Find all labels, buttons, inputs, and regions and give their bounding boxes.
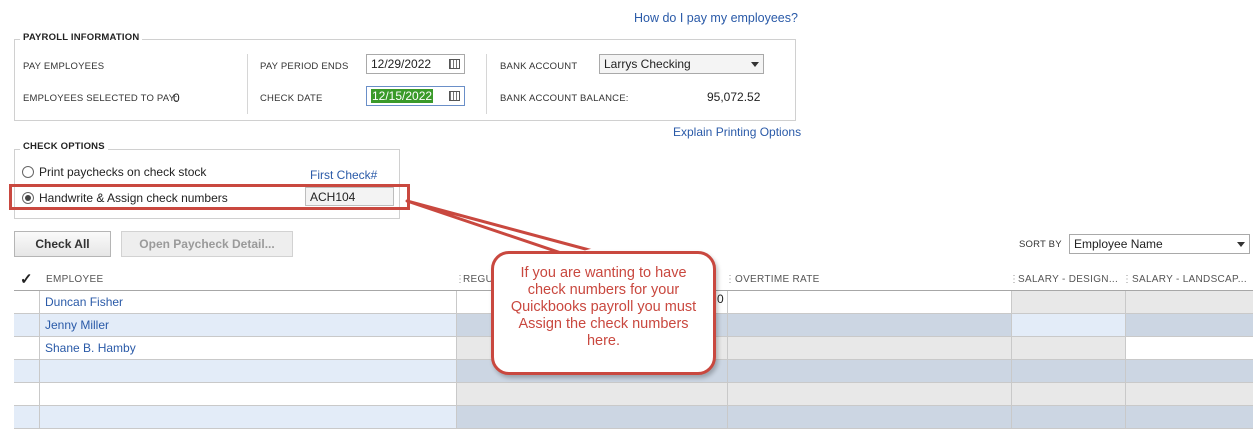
employees-selected-count: 0 bbox=[173, 91, 180, 105]
calendar-icon[interactable] bbox=[449, 59, 460, 69]
column-resize-handle[interactable]: ⋮ bbox=[725, 274, 735, 285]
table-cell[interactable] bbox=[1125, 291, 1253, 313]
table-cell[interactable] bbox=[1011, 291, 1125, 313]
check-date-field[interactable]: 12/15/2022 bbox=[366, 86, 465, 106]
column-header-regular[interactable]: REGU bbox=[463, 274, 493, 285]
print-paychecks-label: Print paychecks on check stock bbox=[39, 165, 207, 179]
first-check-label: First Check# bbox=[310, 168, 378, 182]
table-cell[interactable] bbox=[456, 406, 727, 428]
table-cell[interactable] bbox=[1011, 383, 1125, 405]
print-paychecks-option[interactable]: Print paychecks on check stock bbox=[22, 165, 206, 179]
employees-selected-label: EMPLOYEES SELECTED TO PAY: bbox=[23, 93, 178, 104]
chevron-down-icon bbox=[1237, 241, 1245, 247]
chevron-down-icon bbox=[751, 61, 759, 67]
calendar-icon[interactable] bbox=[449, 91, 460, 101]
table-cell[interactable] bbox=[1011, 314, 1125, 336]
divider bbox=[39, 406, 40, 428]
divider bbox=[39, 383, 40, 405]
table-cell[interactable] bbox=[1125, 383, 1253, 405]
table-cell[interactable] bbox=[727, 337, 1011, 359]
table-cell[interactable] bbox=[1125, 337, 1253, 359]
pay-period-ends-value: 12/29/2022 bbox=[371, 57, 432, 71]
check-date-label: CHECK DATE bbox=[260, 93, 323, 104]
divider bbox=[39, 291, 40, 313]
column-header-salary-design[interactable]: SALARY - DESIGN... bbox=[1018, 274, 1118, 285]
check-date-value: 12/15/2022 bbox=[371, 89, 434, 103]
sort-by-value: Employee Name bbox=[1074, 237, 1163, 251]
table-cell[interactable] bbox=[727, 291, 1011, 313]
column-resize-handle[interactable]: ⋮ bbox=[1122, 274, 1132, 285]
pay-employees-label: PAY EMPLOYEES bbox=[23, 61, 105, 72]
check-options-title: CHECK OPTIONS bbox=[20, 141, 108, 152]
divider bbox=[39, 337, 40, 359]
help-link[interactable]: How do I pay my employees? bbox=[634, 11, 798, 25]
payroll-info-box bbox=[14, 39, 796, 121]
handwrite-option[interactable]: Handwrite & Assign check numbers bbox=[22, 191, 228, 205]
divider bbox=[247, 54, 248, 114]
bank-account-dropdown[interactable]: Larrys Checking bbox=[599, 54, 764, 74]
regular-rate-value: 0 bbox=[717, 292, 724, 306]
sort-by-dropdown[interactable]: Employee Name bbox=[1069, 234, 1250, 254]
table-row[interactable] bbox=[14, 406, 1253, 429]
table-cell[interactable] bbox=[1011, 337, 1125, 359]
checkmark-icon[interactable]: ✓ bbox=[20, 270, 33, 288]
table-cell[interactable] bbox=[1125, 406, 1253, 428]
annotation-callout: If you are wanting to have check numbers… bbox=[491, 251, 716, 375]
first-check-field[interactable]: ACH104 bbox=[305, 187, 394, 206]
radio-button-selected[interactable] bbox=[22, 192, 34, 204]
employee-name[interactable]: Shane B. Hamby bbox=[45, 341, 136, 355]
divider bbox=[486, 54, 487, 114]
handwrite-label: Handwrite & Assign check numbers bbox=[39, 191, 228, 205]
employee-name[interactable]: Duncan Fisher bbox=[45, 295, 123, 309]
explain-printing-link[interactable]: Explain Printing Options bbox=[673, 125, 801, 139]
payroll-info-title: PAYROLL INFORMATION bbox=[20, 32, 143, 43]
radio-button[interactable] bbox=[22, 166, 34, 178]
table-cell[interactable] bbox=[727, 314, 1011, 336]
bank-balance-label: BANK ACCOUNT BALANCE: bbox=[500, 93, 629, 104]
divider bbox=[39, 360, 40, 382]
divider bbox=[39, 314, 40, 336]
table-cell[interactable] bbox=[1125, 360, 1253, 382]
table-cell[interactable] bbox=[456, 383, 727, 405]
table-cell[interactable] bbox=[727, 383, 1011, 405]
column-header-employee[interactable]: EMPLOYEE bbox=[46, 274, 103, 285]
pay-period-ends-label: PAY PERIOD ENDS bbox=[260, 61, 349, 72]
table-cell[interactable] bbox=[727, 406, 1011, 428]
bank-balance-value: 95,072.52 bbox=[707, 90, 761, 104]
table-cell[interactable] bbox=[1011, 360, 1125, 382]
table-cell[interactable] bbox=[1011, 406, 1125, 428]
check-all-button[interactable]: Check All bbox=[14, 231, 111, 257]
bank-account-value: Larrys Checking bbox=[604, 57, 691, 71]
table-cell[interactable] bbox=[727, 360, 1011, 382]
employee-name[interactable]: Jenny Miller bbox=[45, 318, 109, 332]
table-row[interactable] bbox=[14, 383, 1253, 406]
column-header-salary-landscape[interactable]: SALARY - LANDSCAP... bbox=[1132, 274, 1247, 285]
column-header-overtime-rate[interactable]: OVERTIME RATE bbox=[735, 274, 820, 285]
table-cell[interactable] bbox=[1125, 314, 1253, 336]
open-paycheck-detail-button[interactable]: Open Paycheck Detail... bbox=[121, 231, 293, 257]
pay-period-ends-field[interactable]: 12/29/2022 bbox=[366, 54, 465, 74]
bank-account-label: BANK ACCOUNT bbox=[500, 61, 578, 72]
sort-by-label: SORT BY bbox=[1019, 239, 1062, 250]
